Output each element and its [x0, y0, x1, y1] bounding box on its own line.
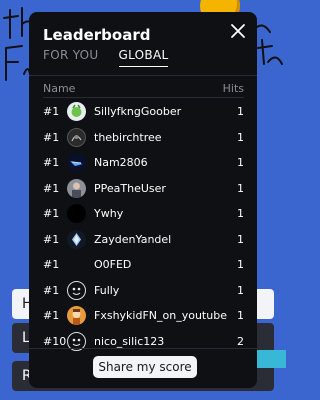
tab-for-you[interactable]: FOR YOU — [43, 48, 99, 67]
row-hits: 2 — [237, 334, 244, 348]
row-hits: 1 — [237, 258, 244, 272]
avatar — [67, 204, 86, 224]
leaderboard-row[interactable]: #1 SillyfkngGoober 1 — [43, 99, 244, 125]
leaderboard-row[interactable]: #1 PPeaTheUser 1 — [43, 176, 244, 202]
row-username: thebirchtree — [94, 130, 162, 144]
tabs-divider — [29, 75, 257, 76]
row-username: ZaydenYandel — [94, 232, 172, 246]
row-username: Ywhy — [94, 207, 124, 221]
leaderboard-row[interactable]: #1 ZaydenYandel 1 — [43, 227, 244, 253]
tab-global[interactable]: GLOBAL — [118, 48, 169, 67]
leaderboard-row[interactable]: #1 Fully 1 — [43, 278, 244, 304]
avatar — [67, 178, 86, 198]
share-score-button[interactable]: Share my score — [93, 356, 197, 378]
avatar — [67, 280, 86, 300]
row-rank: #1 — [43, 232, 60, 246]
row-username: nico_silic123 — [94, 334, 165, 348]
leaderboard-row[interactable]: #1 O0FED 1 — [43, 252, 244, 278]
avatar — [67, 306, 86, 326]
row-username: O0FED — [94, 258, 132, 272]
leaderboard-row[interactable]: #1 thebirchtree 1 — [43, 125, 244, 151]
row-hits: 1 — [237, 130, 244, 144]
leaderboard-list: #1 SillyfkngGoober 1 #1 thebirchtree 1 #… — [43, 99, 244, 354]
row-hits: 1 — [237, 105, 244, 119]
row-rank: #1 — [43, 207, 60, 221]
row-rank: #1 — [43, 283, 60, 297]
avatar — [67, 229, 86, 249]
header-divider — [43, 97, 244, 98]
row-username: Nam2806 — [94, 156, 148, 170]
tab-bar: FOR YOU GLOBAL — [43, 48, 169, 67]
leaderboard-row[interactable]: #1 FxshykidFN_on_youtube 1 — [43, 303, 244, 329]
row-hits: 1 — [237, 156, 244, 170]
avatar — [67, 102, 86, 122]
avatar — [67, 255, 86, 274]
row-rank: #1 — [43, 105, 60, 119]
row-hits: 1 — [237, 232, 244, 246]
column-header-hits: Hits — [222, 82, 244, 95]
row-hits: 1 — [237, 309, 244, 323]
row-username: FxshykidFN_on_youtube — [94, 309, 227, 323]
avatar — [67, 127, 86, 147]
row-rank: #1 — [43, 309, 60, 323]
leaderboard-row[interactable]: #10 nico_silic123 2 — [43, 329, 244, 355]
column-headers: Name Hits — [43, 82, 244, 95]
leaderboard-row[interactable]: #1 Ywhy 1 — [43, 201, 244, 227]
close-icon[interactable] — [229, 22, 247, 40]
leaderboard-row[interactable]: #1 Nam2806 1 — [43, 150, 244, 176]
row-hits: 1 — [237, 207, 244, 221]
row-rank: #1 — [43, 130, 60, 144]
row-username: SillyfkngGoober — [94, 105, 182, 119]
row-rank: #10 — [43, 334, 67, 348]
leaderboard-modal: Leaderboard FOR YOU GLOBAL Name Hits #1 … — [29, 12, 257, 388]
row-rank: #1 — [43, 156, 60, 170]
avatar — [67, 153, 86, 173]
row-hits: 1 — [237, 181, 244, 195]
modal-title: Leaderboard — [43, 26, 151, 44]
row-username: PPeaTheUser — [94, 181, 166, 195]
row-rank: #1 — [43, 258, 60, 272]
row-rank: #1 — [43, 181, 60, 195]
footer-divider — [29, 348, 257, 349]
column-header-name: Name — [43, 82, 76, 95]
background-accent — [256, 350, 286, 368]
row-hits: 1 — [237, 283, 244, 297]
row-username: Fully — [94, 283, 120, 297]
